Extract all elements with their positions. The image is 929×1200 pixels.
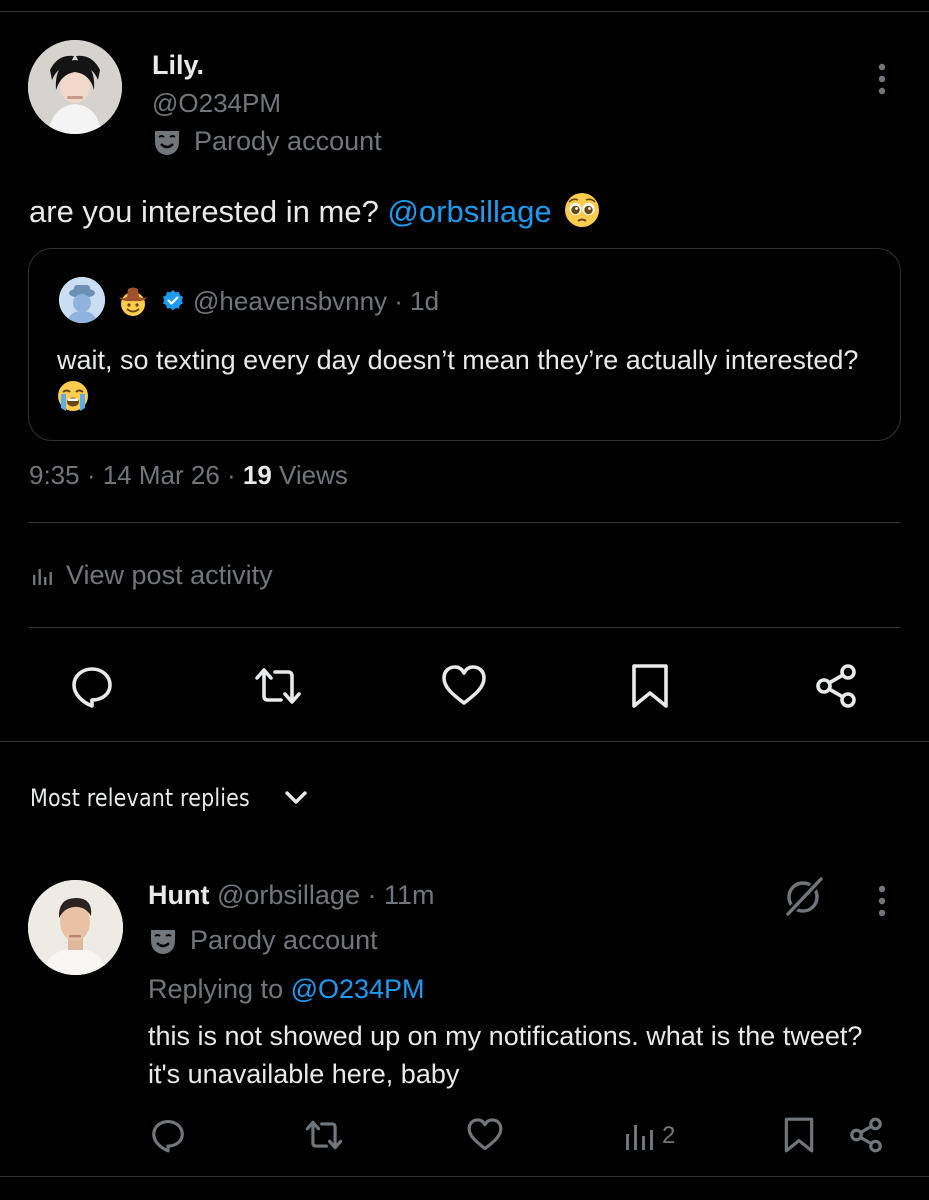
reply-handle-and-age[interactable]: @orbsillage · 11m — [209, 880, 435, 910]
reply-parody-account-label: Parody account — [190, 925, 378, 955]
reply-reply-icon[interactable] — [149, 1116, 187, 1154]
post-text-body: are you interested in me? — [29, 194, 388, 229]
reply-author-name[interactable]: Hunt — [148, 880, 209, 910]
cowboy-face-emoji-icon — [119, 287, 147, 316]
reply-repost-icon[interactable] — [305, 1116, 343, 1154]
section-divider — [0, 741, 929, 742]
quoted-post-card[interactable]: @heavensbvnny · 1d wait, so texting ever… — [28, 248, 901, 441]
reply-bookmark-icon[interactable] — [780, 1116, 818, 1154]
reply-views-button[interactable]: 2 — [624, 1120, 675, 1152]
more-options-icon[interactable] — [877, 62, 887, 96]
replying-to-prefix: Replying to — [148, 974, 291, 1004]
repost-icon[interactable] — [254, 662, 302, 710]
reply-sort-label: Most relevant replies — [30, 784, 250, 812]
avatar-photo — [28, 40, 122, 134]
theater-mask-icon — [155, 130, 179, 155]
post-text: are you interested in me? @orbsillage — [29, 192, 600, 230]
verified-badge-icon — [163, 290, 183, 311]
quoted-handle-and-age[interactable]: @heavensbvnny · 1d — [193, 286, 439, 317]
pleading-face-emoji-icon — [565, 193, 600, 227]
reply-parody-account-badge: Parody account — [148, 925, 378, 956]
divider — [28, 627, 901, 628]
reply-text: this is not showed up on my notification… — [148, 1021, 863, 1089]
author-avatar[interactable] — [28, 40, 122, 134]
view-post-activity-label: View post activity — [66, 560, 273, 590]
share-icon[interactable] — [812, 662, 860, 710]
quoted-post-text: wait, so texting every day doesn’t mean … — [57, 341, 877, 417]
like-heart-icon[interactable] — [440, 662, 488, 710]
bottom-divider — [0, 1176, 929, 1177]
loudly-crying-face-emoji-icon — [58, 381, 88, 411]
post-action-bar — [0, 656, 929, 716]
post-timestamp[interactable]: 9:35 · 14 Mar 26 · — [29, 460, 243, 490]
bookmark-icon[interactable] — [626, 662, 674, 710]
reply-share-icon[interactable] — [847, 1116, 885, 1154]
parody-account-badge: Parody account — [152, 126, 382, 157]
post-detail-page: Lily. @O234PM Parody account are you int… — [0, 0, 929, 1200]
views-label: Views — [271, 460, 348, 490]
reply-avatar-photo — [28, 880, 123, 975]
post-mention-link[interactable]: @orbsillage — [387, 194, 551, 229]
reply-icon[interactable] — [68, 662, 116, 710]
theater-mask-icon — [151, 929, 175, 954]
view-post-activity-button[interactable]: View post activity — [32, 560, 273, 591]
top-divider — [0, 11, 929, 12]
divider — [28, 522, 901, 523]
analytics-bars-icon — [33, 568, 52, 585]
reply-header: Hunt @orbsillage · 11m — [148, 880, 434, 911]
parody-account-label: Parody account — [194, 126, 382, 156]
reply-views-count: 2 — [662, 1122, 676, 1149]
quoted-avatar-image — [59, 277, 105, 323]
reply-more-options-icon[interactable] — [877, 884, 887, 918]
grok-icon[interactable] — [780, 874, 826, 920]
quoted-author-avatar[interactable] — [59, 277, 105, 323]
reply-action-bar: 2 — [0, 1110, 929, 1160]
author-name[interactable]: Lily. — [152, 50, 204, 81]
quoted-post-body: wait, so texting every day doesn’t mean … — [57, 345, 859, 375]
post-timestamp-and-views: 9:35 · 14 Mar 26 · 19 Views — [29, 460, 348, 491]
author-handle[interactable]: @O234PM — [152, 88, 281, 119]
chevron-down-icon — [285, 791, 307, 804]
reply-sort-dropdown[interactable]: Most relevant replies — [30, 784, 310, 812]
reply-author-avatar[interactable] — [28, 880, 123, 975]
replying-to-line: Replying to @O234PM — [148, 974, 425, 1005]
views-bars-icon — [626, 1125, 653, 1150]
views-count: 19 — [242, 460, 272, 490]
reply-like-heart-icon[interactable] — [466, 1116, 504, 1154]
replying-to-handle[interactable]: @O234PM — [291, 974, 425, 1004]
